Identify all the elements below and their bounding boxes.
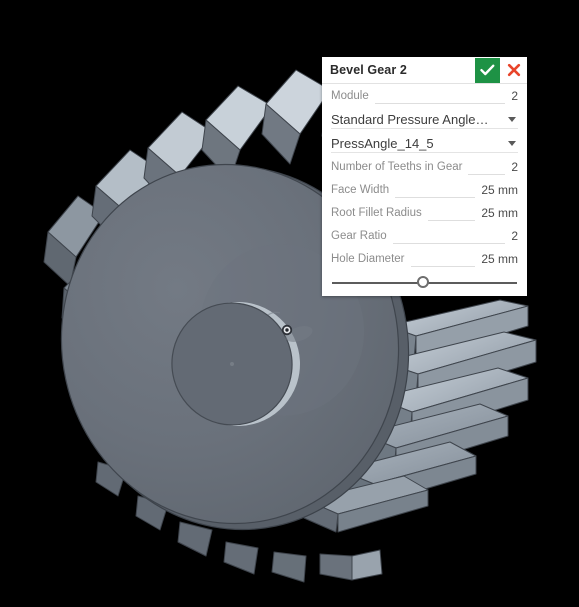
divider: [331, 152, 518, 153]
hole-diameter-input[interactable]: 25 mm: [475, 252, 518, 266]
bevel-gear-parameter-dialog[interactable]: Bevel Gear 2 Module 2 Standard Pressure …: [322, 57, 527, 296]
field-underline: [405, 247, 476, 270]
slider-track[interactable]: [332, 276, 517, 290]
field-label: Root Fillet Radius: [331, 206, 422, 219]
divider: [331, 128, 518, 129]
field-row-number-of-teeth[interactable]: Number of Teeths in Gear 2: [322, 155, 527, 178]
dropdown-value: PressAngle_14_5: [331, 135, 434, 151]
dialog-title-bar[interactable]: Bevel Gear 2: [322, 57, 527, 84]
check-icon: [480, 64, 495, 76]
field-row-face-width[interactable]: Face Width 25 mm: [322, 178, 527, 201]
dropdown-value: Standard Pressure Angle…: [331, 111, 489, 127]
field-label: Number of Teeths in Gear: [331, 160, 463, 173]
dialog-title: Bevel Gear 2: [330, 63, 407, 77]
field-underline: [389, 178, 476, 201]
module-input[interactable]: 2: [505, 89, 518, 103]
parameter-slider-row[interactable]: [322, 270, 527, 296]
field-label: Face Width: [331, 183, 390, 196]
field-row-gear-ratio[interactable]: Gear Ratio 2: [322, 224, 527, 247]
center-point-marker: [230, 362, 234, 366]
face-width-input[interactable]: 25 mm: [475, 183, 518, 197]
field-underline: [422, 201, 476, 224]
pressure-angle-value-dropdown[interactable]: PressAngle_14_5: [322, 131, 527, 155]
field-label: Gear Ratio: [331, 229, 387, 242]
chevron-down-icon: [508, 116, 516, 122]
field-underline: [387, 224, 506, 247]
slider-knob[interactable]: [416, 276, 429, 288]
field-row-root-fillet-radius[interactable]: Root Fillet Radius 25 mm: [322, 201, 527, 224]
ok-button[interactable]: [475, 57, 500, 83]
cad-application-window: Bevel Gear 2 Module 2 Standard Pressure …: [0, 0, 579, 607]
field-label: Module: [331, 89, 369, 102]
origin-point-icon: [281, 324, 293, 336]
cancel-button[interactable]: [500, 58, 527, 83]
number-of-teeth-input[interactable]: 2: [505, 160, 518, 174]
field-underline: [369, 84, 506, 107]
chevron-down-icon: [508, 140, 516, 146]
field-label: Hole Diameter: [331, 252, 405, 265]
close-icon: [507, 63, 520, 77]
gear-ratio-input[interactable]: 2: [505, 229, 518, 243]
field-row-module[interactable]: Module 2: [322, 84, 527, 107]
standard-pressure-angle-dropdown[interactable]: Standard Pressure Angle…: [322, 107, 527, 131]
root-fillet-radius-input[interactable]: 25 mm: [475, 206, 518, 220]
field-underline: [462, 155, 506, 178]
field-row-hole-diameter[interactable]: Hole Diameter 25 mm: [322, 247, 527, 270]
